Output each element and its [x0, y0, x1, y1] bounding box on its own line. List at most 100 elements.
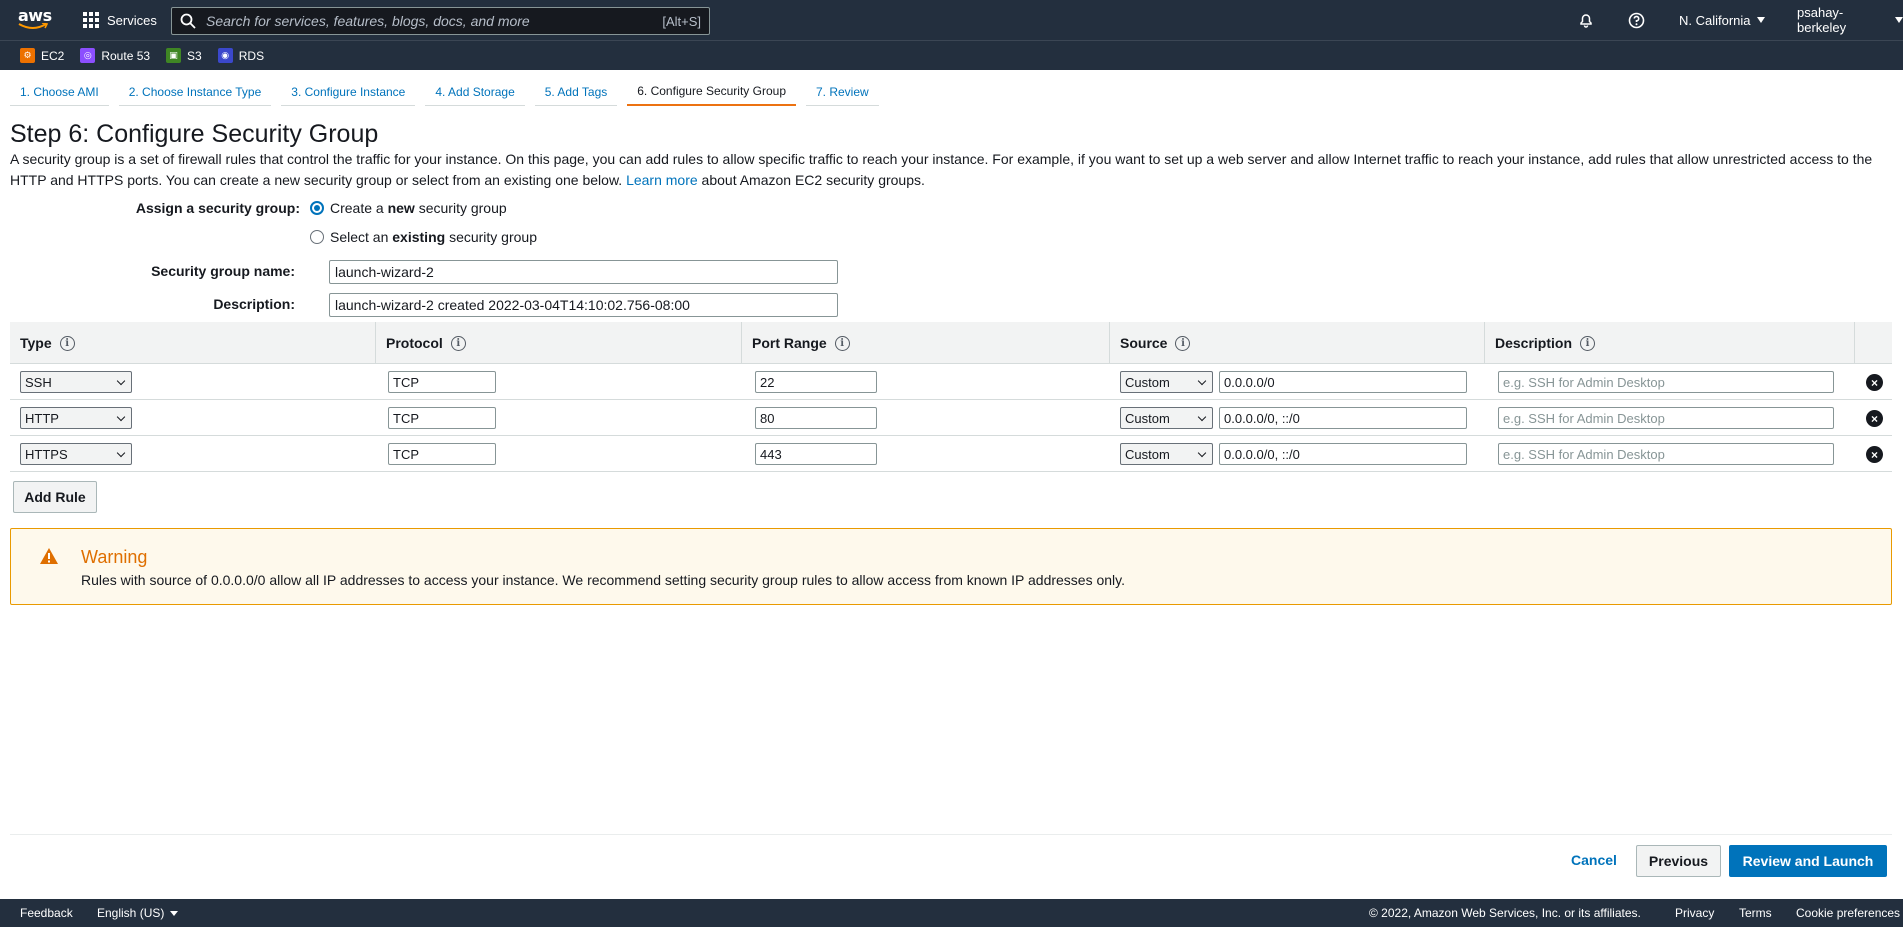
ec2-icon: ⚙ — [20, 48, 35, 63]
cancel-button[interactable]: Cancel — [1571, 852, 1617, 868]
learn-more-link[interactable]: Learn more — [626, 172, 698, 188]
source-type-select[interactable]: Custom — [1120, 371, 1213, 393]
services-menu-button[interactable]: Services — [83, 10, 157, 30]
copyright-text: © 2022, Amazon Web Services, Inc. or its… — [1369, 906, 1641, 920]
s3-bucket-icon: ▣ — [166, 48, 182, 63]
chevron-down-icon — [1197, 412, 1207, 421]
favorite-rds[interactable]: ◉ RDS — [217, 48, 265, 63]
search-icon — [180, 13, 196, 29]
intro-suffix: about Amazon EC2 security groups. — [701, 172, 925, 188]
description-input[interactable] — [329, 293, 838, 317]
warning-title: Warning — [81, 547, 148, 567]
warning-text: Rules with source of 0.0.0.0/0 allow all… — [81, 572, 1126, 588]
favorite-route53[interactable]: ◎ Route 53 — [80, 48, 150, 63]
table-row: SSH Custom × — [10, 364, 1892, 400]
port-range-input[interactable] — [755, 407, 877, 429]
notifications-button[interactable] — [1578, 0, 1594, 40]
caret-down-icon — [1756, 17, 1765, 23]
assign-security-group-label: Assign a security group: — [135, 200, 300, 216]
remove-rule-icon[interactable]: × — [1866, 446, 1883, 463]
port-range-input[interactable] — [755, 443, 877, 465]
source-type-select[interactable]: Custom — [1120, 443, 1213, 465]
favorite-ec2[interactable]: ⚙ EC2 — [20, 48, 64, 63]
favorite-label: Route 53 — [101, 48, 151, 63]
tab-choose-ami[interactable]: 1. Choose AMI — [10, 78, 109, 106]
info-icon[interactable]: i — [1175, 335, 1191, 351]
description-label: Description: — [213, 296, 295, 312]
table-row: HTTPS Custom × — [10, 436, 1892, 472]
rule-type-select[interactable]: HTTP — [20, 407, 132, 429]
source-cidr-input[interactable] — [1219, 371, 1467, 393]
remove-rule-icon[interactable]: × — [1866, 410, 1883, 427]
favorites-bar: ⚙ EC2 ◎ Route 53 ▣ S3 ◉ RDS — [0, 40, 1903, 70]
tab-configure-instance[interactable]: 3. Configure Instance — [281, 78, 416, 106]
favorite-label: EC2 — [41, 48, 65, 63]
feedback-link[interactable]: Feedback — [20, 899, 73, 927]
tab-add-tags[interactable]: 5. Add Tags — [534, 78, 618, 106]
chevron-down-icon — [1197, 376, 1207, 385]
radio-select-existing-group[interactable]: Select an existing security group — [310, 229, 537, 245]
chevron-down-icon — [116, 412, 126, 421]
tab-add-storage[interactable]: 4. Add Storage — [425, 78, 525, 106]
radio-button-checked[interactable] — [310, 201, 324, 215]
account-label: psahay-berkeley — [1797, 5, 1847, 35]
column-header-description: Description i — [1485, 322, 1855, 364]
table-row: HTTP Custom × — [10, 400, 1892, 436]
radio-label-new: Create a new security group — [330, 200, 507, 216]
rule-description-input[interactable] — [1498, 407, 1834, 429]
info-icon[interactable]: i — [450, 335, 466, 351]
source-type-select[interactable]: Custom — [1120, 407, 1213, 429]
search-bar[interactable]: [Alt+S] — [171, 7, 710, 35]
info-icon[interactable]: i — [834, 335, 850, 351]
region-selector[interactable]: N. California — [1679, 0, 1765, 40]
column-header-port-range: Port Range i — [742, 322, 1110, 364]
previous-button[interactable]: Previous — [1636, 845, 1721, 877]
rule-description-input[interactable] — [1498, 371, 1834, 393]
remove-rule-icon[interactable]: × — [1866, 374, 1883, 391]
aws-logo[interactable]: aws — [18, 6, 52, 34]
security-group-name-label: Security group name: — [151, 263, 295, 279]
chevron-down-icon — [1197, 448, 1207, 457]
tab-choose-instance-type[interactable]: 2. Choose Instance Type — [118, 78, 272, 106]
caret-down-icon — [1895, 17, 1903, 23]
protocol-input[interactable] — [388, 371, 496, 393]
source-cidr-input[interactable] — [1219, 407, 1467, 429]
security-rules-table: Type i Protocol i Port Range i Source i … — [10, 322, 1892, 472]
review-and-launch-button[interactable]: Review and Launch — [1729, 845, 1887, 877]
source-cidr-input[interactable] — [1219, 443, 1467, 465]
top-navigation: aws Services [Alt+S] N. Californi — [0, 0, 1903, 40]
intro-text: A security group is a set of firewall ru… — [10, 151, 1873, 188]
radio-button[interactable] — [310, 230, 324, 244]
rds-database-icon: ◉ — [217, 48, 233, 63]
chevron-down-icon — [116, 448, 126, 457]
add-rule-button[interactable]: Add Rule — [13, 481, 97, 513]
tab-review[interactable]: 7. Review — [806, 78, 879, 106]
radio-create-new-group[interactable]: Create a new security group — [310, 200, 507, 216]
help-icon — [1628, 12, 1645, 28]
page-intro: A security group is a set of firewall ru… — [10, 149, 1895, 191]
column-header-protocol: Protocol i — [376, 322, 742, 364]
rule-description-input[interactable] — [1498, 443, 1834, 465]
help-button[interactable] — [1628, 0, 1645, 40]
column-header-source: Source i — [1110, 322, 1485, 364]
chevron-down-icon — [116, 376, 126, 385]
protocol-input[interactable] — [388, 443, 496, 465]
terms-link[interactable]: Terms — [1739, 899, 1772, 927]
protocol-input[interactable] — [388, 407, 496, 429]
search-shortcut-hint: [Alt+S] — [662, 13, 701, 29]
language-selector[interactable]: English (US) — [97, 899, 179, 927]
tab-configure-security-group[interactable]: 6. Configure Security Group — [627, 78, 796, 106]
favorite-label: RDS — [238, 48, 265, 63]
port-range-input[interactable] — [755, 371, 877, 393]
rule-type-select[interactable]: SSH — [20, 371, 132, 393]
info-icon[interactable]: i — [59, 335, 75, 351]
favorite-s3[interactable]: ▣ S3 — [166, 48, 202, 63]
warning-icon — [40, 548, 58, 564]
cookie-preferences-link[interactable]: Cookie preferences — [1796, 899, 1900, 927]
security-group-name-input[interactable] — [329, 260, 838, 284]
privacy-link[interactable]: Privacy — [1675, 899, 1714, 927]
rule-type-select[interactable]: HTTPS — [20, 443, 132, 465]
account-menu[interactable]: psahay-berkeley — [1797, 0, 1903, 40]
info-icon[interactable]: i — [1580, 335, 1596, 351]
search-input[interactable] — [206, 13, 663, 29]
